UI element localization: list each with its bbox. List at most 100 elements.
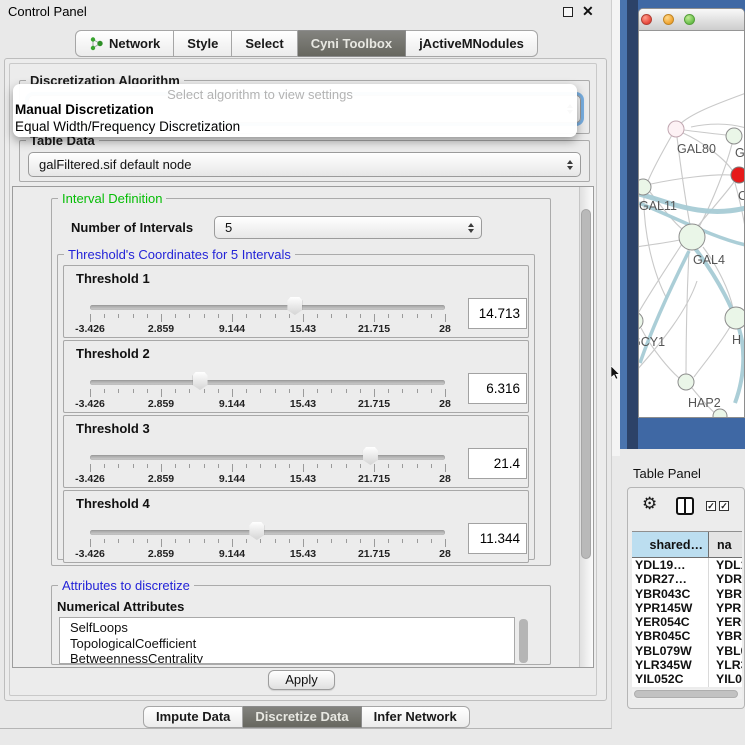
slider-thumb[interactable] [249,522,264,540]
network-edge[interactable] [648,135,672,181]
tick-mark [104,389,105,393]
network-edge[interactable] [686,250,689,374]
numerical-attributes-list[interactable]: SelfLoopsTopologicalCoefficientBetweenne… [59,617,515,664]
close-icon[interactable]: ✕ [582,3,594,20]
checkbox-icon[interactable]: ✓ [719,501,729,511]
network-edge[interactable] [699,144,732,227]
list-item[interactable]: TopologicalCoefficient [60,636,514,652]
tick-mark [218,389,219,393]
frame-edge [620,0,627,449]
tab-select[interactable]: Select [232,30,297,57]
table-row[interactable]: YDL19…YDL19… [632,558,742,572]
tab-style[interactable]: Style [174,30,232,57]
network-node-green[interactable] [639,312,643,330]
network-node-pink[interactable] [668,121,684,137]
tick-mark [289,539,290,543]
panel-divider[interactable] [612,0,620,456]
table-row[interactable]: YIL052CYIL052C [632,672,742,686]
network-canvas[interactable]: GAL80GACGAL11GAL4GCY1HHAP2 [639,31,745,418]
tab-label: Discretize Data [255,707,348,727]
list-item[interactable]: SelfLoops [60,618,514,636]
tick-mark [175,389,176,393]
tick-mark [118,389,119,393]
table-row[interactable]: YPR145WYPR145W [632,601,742,615]
slider-thumb[interactable] [287,297,302,315]
network-node-green[interactable] [725,307,745,329]
tick-label: 28 [439,398,451,410]
network-node-green[interactable] [679,224,705,250]
threshold-value-field[interactable]: 11.344 [468,523,527,554]
threshold-block: Threshold 2-3.4262.8599.14415.4321.71528… [63,340,529,413]
tick-mark [260,389,261,393]
tick-mark [90,539,91,547]
table-row[interactable]: YER054CYER054C [632,615,742,629]
network-edge[interactable] [684,130,726,135]
tick-label: 2.859 [148,398,174,410]
threshold-value-field[interactable]: 21.4 [468,448,527,479]
network-node-green[interactable] [639,179,651,195]
table-row[interactable]: YBR043CYBR043C [632,587,742,601]
threshold-value-field[interactable]: 6.316 [468,373,527,404]
tick-mark [260,539,261,543]
table-row[interactable]: YBR045CYBR045C [632,629,742,643]
tick-mark [104,539,105,543]
table-row[interactable]: YDR27…YDR27… [632,572,742,586]
table-data-combobox[interactable]: galFiltered.sif default node [28,152,581,177]
tick-label: 9.144 [219,398,245,410]
network-node-red[interactable] [731,167,745,183]
network-node-green[interactable] [678,374,694,390]
float-window-icon[interactable] [563,7,573,17]
node-label: HAP2 [688,396,721,410]
network-node-green[interactable] [713,409,727,418]
tab-label: Style [187,31,218,56]
tab-network[interactable]: Network [75,30,174,57]
table-hscrollbar-thumb[interactable] [634,690,738,698]
slider-track[interactable] [90,530,445,535]
tick-label: 2.859 [148,548,174,560]
slider-track[interactable] [90,305,445,310]
column-header-shared-name[interactable]: shared… [632,532,709,557]
slider-track[interactable] [90,455,445,460]
threshold-value-field[interactable]: 14.713 [468,298,527,329]
gear-icon[interactable]: ⚙ [642,494,657,514]
checkbox-icon[interactable]: ✓ [706,501,716,511]
cell-shared-name: YPR145W [632,601,709,615]
numerical-attributes-label: Numerical Attributes [57,599,184,614]
apply-button[interactable]: Apply [268,670,335,690]
tick-mark [331,314,332,318]
zoom-window-icon[interactable] [684,14,695,25]
network-window-titlebar[interactable] [639,9,744,31]
algorithm-option[interactable]: Equal Width/Frequency Discretization [15,119,240,134]
tab-jactivemnodules[interactable]: jActiveMNodules [406,30,538,57]
algorithm-option[interactable]: Manual Discretization [15,102,154,117]
tick-mark [204,539,205,543]
slider-thumb[interactable] [193,372,208,390]
network-edge[interactable] [679,93,745,125]
attributes-list-scrollbar[interactable] [519,619,528,663]
network-graph: GAL80GACGAL11GAL4GCY1HHAP2 [639,31,745,418]
tick-mark [360,314,361,318]
number-of-intervals-combobox[interactable]: 5 [214,216,482,239]
columns-icon[interactable] [676,497,694,515]
tab-impute-data[interactable]: Impute Data [143,706,243,728]
tab-infer-network[interactable]: Infer Network [362,706,470,728]
network-edge[interactable] [691,124,745,128]
minimize-window-icon[interactable] [663,14,674,25]
attributes-group-label: Attributes to discretize [58,578,194,593]
network-edge[interactable] [639,240,680,247]
tab-cyni-toolbox[interactable]: Cyni Toolbox [298,30,406,57]
table-hscrollbar-track[interactable] [632,689,742,699]
close-window-icon[interactable] [641,14,652,25]
tick-mark [388,314,389,318]
table-row[interactable]: YBL079WYBL079W [632,644,742,658]
column-header-name[interactable]: na [709,532,742,557]
list-item[interactable]: BetweennessCentrality [60,651,514,664]
tab-discretize-data[interactable]: Discretize Data [243,706,361,728]
slider-track[interactable] [90,380,445,385]
network-edge[interactable] [694,327,730,377]
tick-mark [317,539,318,543]
slider-thumb[interactable] [363,447,378,465]
settings-scrollbar-thumb[interactable] [581,209,591,559]
table-row[interactable]: YLR345WYLR345W [632,658,742,672]
network-node-green[interactable] [726,128,742,144]
